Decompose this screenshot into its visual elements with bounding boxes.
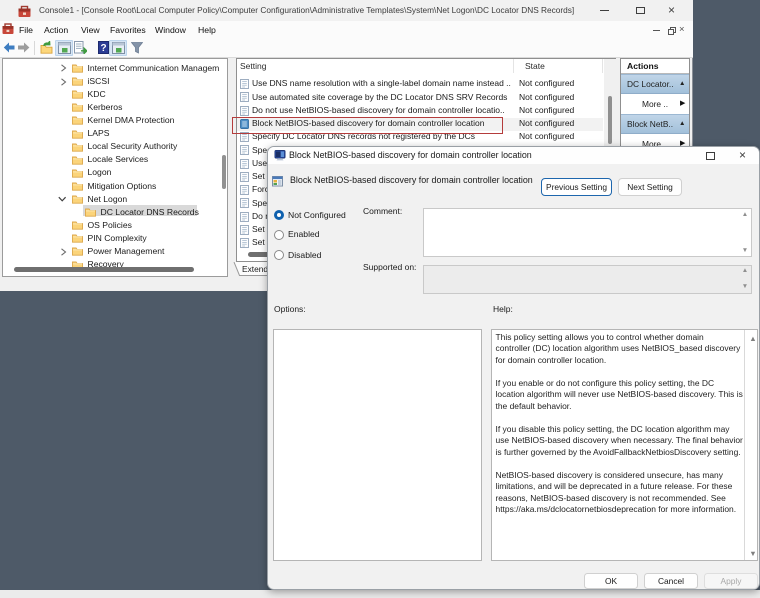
svg-text:?: ?	[100, 43, 106, 54]
